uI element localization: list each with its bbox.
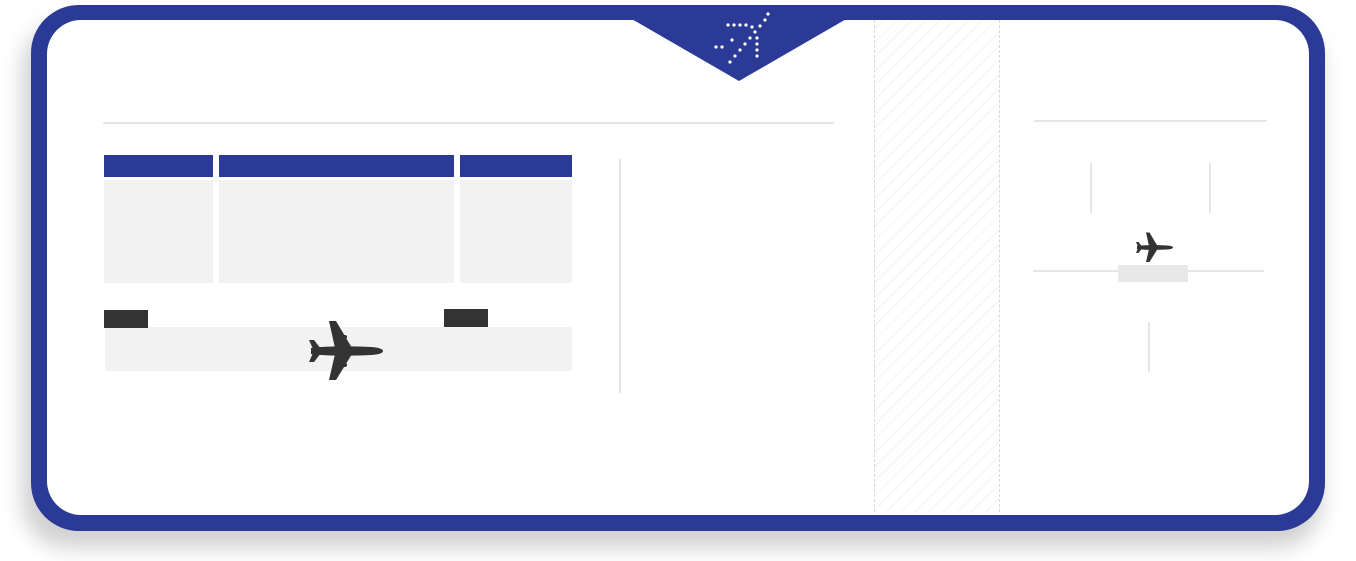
field-body-3 bbox=[460, 180, 572, 283]
stub-field-box bbox=[1118, 265, 1188, 282]
destination-tag bbox=[444, 309, 488, 327]
field-column-3 bbox=[460, 155, 572, 283]
stub-separator bbox=[874, 20, 1000, 512]
stub-vertical-divider-bottom bbox=[1148, 322, 1150, 372]
main-vertical-divider bbox=[619, 159, 621, 393]
field-header-1 bbox=[104, 155, 213, 177]
stub-vertical-divider-right bbox=[1209, 163, 1211, 213]
airplane-icon bbox=[309, 321, 383, 380]
field-column-2 bbox=[219, 155, 454, 283]
stub-vertical-divider-left bbox=[1090, 163, 1092, 213]
stub-header-divider bbox=[1034, 120, 1267, 122]
field-column-1 bbox=[104, 155, 213, 283]
field-header-2 bbox=[219, 155, 454, 177]
header-notch bbox=[630, 12, 848, 81]
field-header-3 bbox=[460, 155, 572, 177]
origin-tag bbox=[104, 310, 148, 328]
main-header-divider bbox=[103, 122, 834, 124]
boarding-pass-illustration bbox=[0, 0, 1356, 561]
field-body-2 bbox=[219, 180, 454, 283]
airplane-icon bbox=[1136, 232, 1173, 262]
field-body-1 bbox=[104, 180, 213, 283]
